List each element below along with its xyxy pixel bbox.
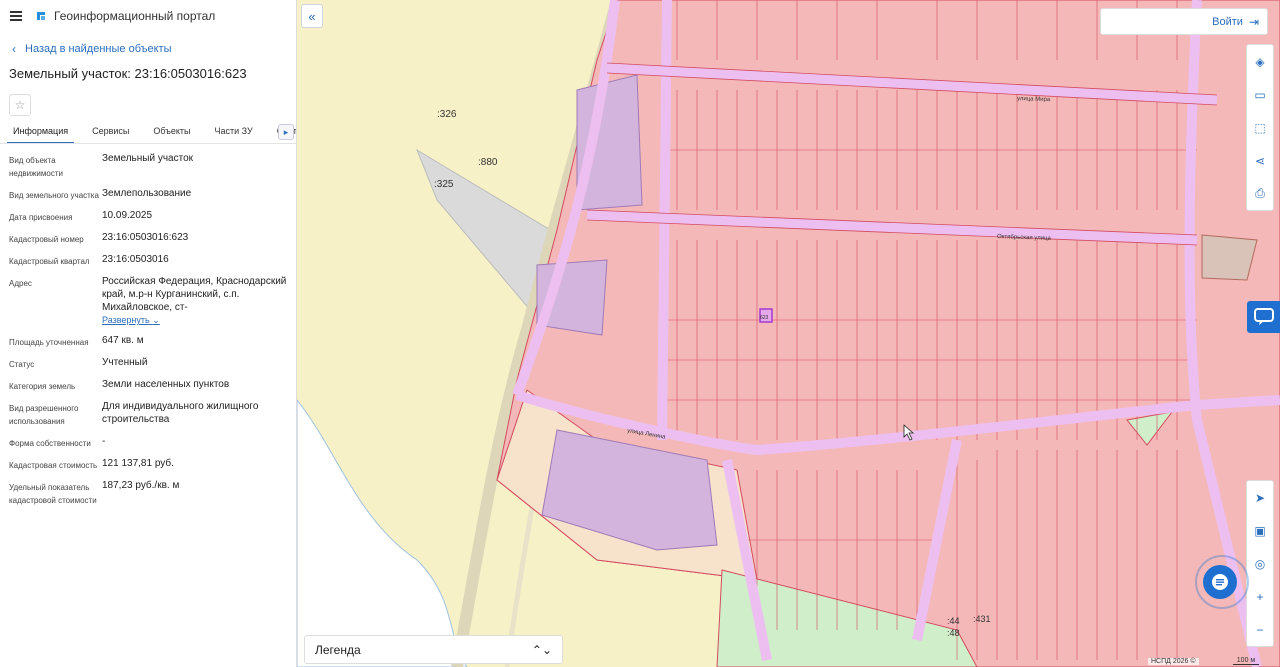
plot-brown — [1201, 234, 1258, 281]
label-325: :325 — [434, 179, 454, 190]
property-value: Земли населенных пунктов — [102, 379, 230, 390]
property-row: Вид разрешенного использования Для индив… — [9, 400, 296, 428]
property-row: Вид земельного участка Землепользование — [9, 187, 296, 202]
area-select-icon[interactable]: ⬚ — [1247, 111, 1273, 144]
property-value: 23:16:0503016:623 — [102, 232, 189, 243]
property-key: Кадастровый номер — [9, 235, 84, 244]
map-canvas[interactable]: :326 :880 :325 улица Мира Октябрьская ул… — [297, 0, 1280, 667]
label-selected-623: 623 — [760, 315, 769, 321]
legend-label: Легенда — [315, 642, 361, 657]
property-row: Кадастровый номер 23:16:0503016:623 — [9, 231, 296, 246]
zoom-out-icon[interactable]: − — [1247, 613, 1273, 646]
property-value: - — [102, 436, 106, 447]
login-label: Войти — [1212, 15, 1243, 28]
property-key: Кадастровая стоимость — [9, 461, 98, 470]
label-326: :326 — [437, 109, 457, 120]
chat-button[interactable] — [1203, 565, 1237, 599]
top-bar: Геоинформационный портал — [0, 0, 296, 32]
login-icon: ⇥ — [1248, 14, 1259, 29]
property-key: Вид объекта недвижимости — [9, 156, 63, 178]
favorite-star-icon[interactable]: ☆ — [9, 94, 31, 116]
menu-icon[interactable] — [10, 11, 22, 21]
property-value: Землепользование — [102, 188, 192, 199]
share-icon[interactable]: ⋖ — [1247, 144, 1273, 177]
property-key: Адрес — [9, 279, 32, 288]
property-value: 121 137,81 руб. — [102, 458, 174, 469]
property-value: 187,23 руб./кв. м — [102, 480, 180, 491]
expand-label: Развернуть — [102, 315, 150, 325]
address-text: Российская Федерация, Краснодарский край… — [102, 276, 287, 313]
app-title: Геоинформационный портал — [54, 9, 216, 23]
map-attribution: НСПД 2026 © — [1148, 658, 1199, 665]
property-key: Категория земель — [9, 382, 76, 391]
message-icon — [1253, 308, 1274, 325]
chat-icon — [1212, 574, 1228, 590]
plot-north-purple — [576, 74, 643, 211]
zoom-in-icon[interactable]: + — [1247, 580, 1273, 613]
chevron-down-icon: ⌄ — [152, 315, 160, 325]
property-row: Адрес Российская Федерация, Краснодарски… — [9, 275, 296, 327]
property-row: Форма собственности - — [9, 435, 296, 450]
label-48: :48 — [947, 628, 960, 638]
login-button[interactable]: Войти ⇥ — [1100, 8, 1268, 35]
property-key: Вид земельного участка — [9, 191, 99, 200]
back-link[interactable]: ‹ Назад в найденные объекты — [0, 32, 296, 66]
tab-parts[interactable]: Части ЗУ — [209, 122, 259, 142]
expand-address-link[interactable]: Развернуть ⌄ — [102, 315, 160, 325]
tab-bar: Информация Сервисы Объекты Части ЗУ Сост… — [0, 122, 296, 144]
property-value: 10.09.2025 — [102, 210, 153, 221]
label-431: :431 — [973, 614, 991, 624]
property-row: Категория земель Земли населенных пункто… — [9, 378, 296, 393]
feedback-tab[interactable] — [1247, 301, 1280, 333]
property-value: 647 кв. м — [102, 335, 144, 346]
property-key: Удельный показатель кадастровой стоимост… — [9, 483, 97, 505]
back-link-label: Назад в найденные объекты — [25, 43, 172, 55]
scale-bar: 100 м — [1233, 657, 1259, 665]
tab-services[interactable]: Сервисы — [86, 122, 135, 142]
property-key: Площадь уточненная — [9, 338, 89, 347]
locate-icon[interactable]: ➤ — [1247, 481, 1273, 514]
property-row: Удельный показатель кадастровой стоимост… — [9, 479, 296, 507]
property-row: Статус Учтенный — [9, 356, 296, 371]
app: Геоинформационный портал ‹ Назад в найде… — [0, 0, 1280, 667]
object-title: Земельный участок: 23:16:0503016:623 — [9, 66, 247, 81]
map-toolbar: ◈ ▭ ⬚ ⋖ ⎙ — [1246, 44, 1274, 211]
tab-information[interactable]: Информация — [7, 122, 75, 143]
property-row: Дата присвоения 10.09.2025 — [9, 209, 296, 224]
property-row: Вид объекта недвижимости Земельный участ… — [9, 152, 296, 180]
info-panel: Геоинформационный портал ‹ Назад в найде… — [0, 0, 297, 667]
property-key: Форма собственности — [9, 439, 91, 448]
layers-icon[interactable]: ◈ — [1247, 45, 1273, 78]
property-value: Для индивидуального жилищного строительс… — [102, 401, 259, 425]
property-row: Кадастровый квартал 23:16:0503016 — [9, 253, 296, 268]
label-44: :44 — [947, 616, 960, 626]
tabs-next-arrow-icon[interactable]: ▸ — [278, 124, 294, 140]
ruler-icon[interactable]: ▭ — [1247, 78, 1273, 111]
label-880: :880 — [478, 157, 498, 168]
property-row: Площадь уточненная 647 кв. м — [9, 334, 296, 349]
property-row: Кадастровая стоимость 121 137,81 руб. — [9, 457, 296, 472]
geo-pin-icon[interactable]: ◎ — [1247, 547, 1273, 580]
print-icon[interactable]: ⎙ — [1247, 177, 1273, 210]
tab-objects[interactable]: Объекты — [147, 122, 196, 142]
chevron-left-icon: ‹ — [12, 42, 16, 56]
legend-toggle[interactable]: Легенда ⌃⌄ — [304, 635, 563, 664]
property-key: Статус — [9, 360, 35, 369]
property-key: Вид разрешенного использования — [9, 404, 79, 426]
property-key: Дата присвоения — [9, 213, 73, 222]
property-value: Российская Федерация, Краснодарский край… — [102, 275, 287, 327]
map-nav-toolbar: ➤ ▣ ◎ + − — [1246, 480, 1274, 647]
updown-chevron-icon: ⌃⌄ — [531, 642, 552, 657]
map-svg[interactable]: :326 :880 :325 улица Мира Октябрьская ул… — [297, 0, 1280, 667]
properties-list: Вид объекта недвижимости Земельный участ… — [0, 152, 296, 507]
property-value: Земельный участок — [102, 153, 194, 164]
property-key: Кадастровый квартал — [9, 257, 90, 266]
label-street-mira: улица Мира — [1017, 96, 1051, 103]
road-east-stub — [1196, 395, 1280, 410]
minimap-icon[interactable]: ▣ — [1247, 514, 1273, 547]
portal-logo-icon — [37, 12, 45, 20]
collapse-panel-button[interactable]: « — [301, 4, 323, 28]
property-value: 23:16:0503016 — [102, 254, 169, 265]
property-value: Учтенный — [102, 357, 148, 368]
